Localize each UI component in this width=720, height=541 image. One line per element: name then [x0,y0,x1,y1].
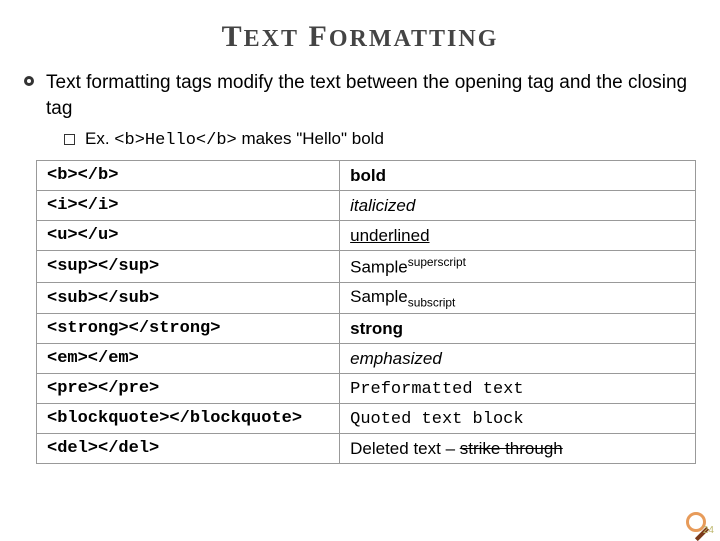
tag-cell: <b></b> [37,161,340,191]
table-row: <strong></strong>strong [37,314,696,344]
table-row: <em></em>emphasized [37,344,696,374]
bullet-icon [24,76,34,86]
effect-cell: Quoted text block [340,404,696,434]
table-row: <u></u>underlined [37,221,696,251]
effect-cell: underlined [340,221,696,251]
table-row: <b></b>bold [37,161,696,191]
square-icon [64,134,75,145]
tag-cell: <sub></sub> [37,282,340,313]
tag-cell: <sup></sup> [37,251,340,283]
example-bullet: Ex. <b>Hello</b> makes "Hello" bold [64,129,696,150]
tag-cell: <i></i> [37,191,340,221]
table-row: <blockquote></blockquote>Quoted text blo… [37,404,696,434]
effect-cell: Samplesubscript [340,282,696,313]
example-text: Ex. <b>Hello</b> makes "Hello" bold [85,129,384,150]
slide-title: TEXT FORMATTING [24,20,696,54]
tag-cell: <strong></strong> [37,314,340,344]
table-row: <sup></sup>Samplesuperscript [37,251,696,283]
effect-cell: Preformatted text [340,374,696,404]
table-row: <pre></pre>Preformatted text [37,374,696,404]
effect-cell: italicized [340,191,696,221]
page-number: 24 [703,525,714,536]
tag-cell: <pre></pre> [37,374,340,404]
effect-cell: emphasized [340,344,696,374]
effect-cell: bold [340,161,696,191]
effect-cell: strong [340,314,696,344]
description-text: Text formatting tags modify the text bet… [46,70,696,121]
table-row: <del></del>Deleted text – strike through [37,434,696,464]
tag-cell: <em></em> [37,344,340,374]
effect-cell: Samplesuperscript [340,251,696,283]
table-row: <sub></sub>Samplesubscript [37,282,696,313]
main-bullet: Text formatting tags modify the text bet… [24,70,696,121]
effect-cell: Deleted text – strike through [340,434,696,464]
formatting-table: <b></b>bold<i></i>italicized<u></u>under… [36,160,696,464]
tag-cell: <del></del> [37,434,340,464]
tag-cell: <blockquote></blockquote> [37,404,340,434]
table-row: <i></i>italicized [37,191,696,221]
tag-cell: <u></u> [37,221,340,251]
